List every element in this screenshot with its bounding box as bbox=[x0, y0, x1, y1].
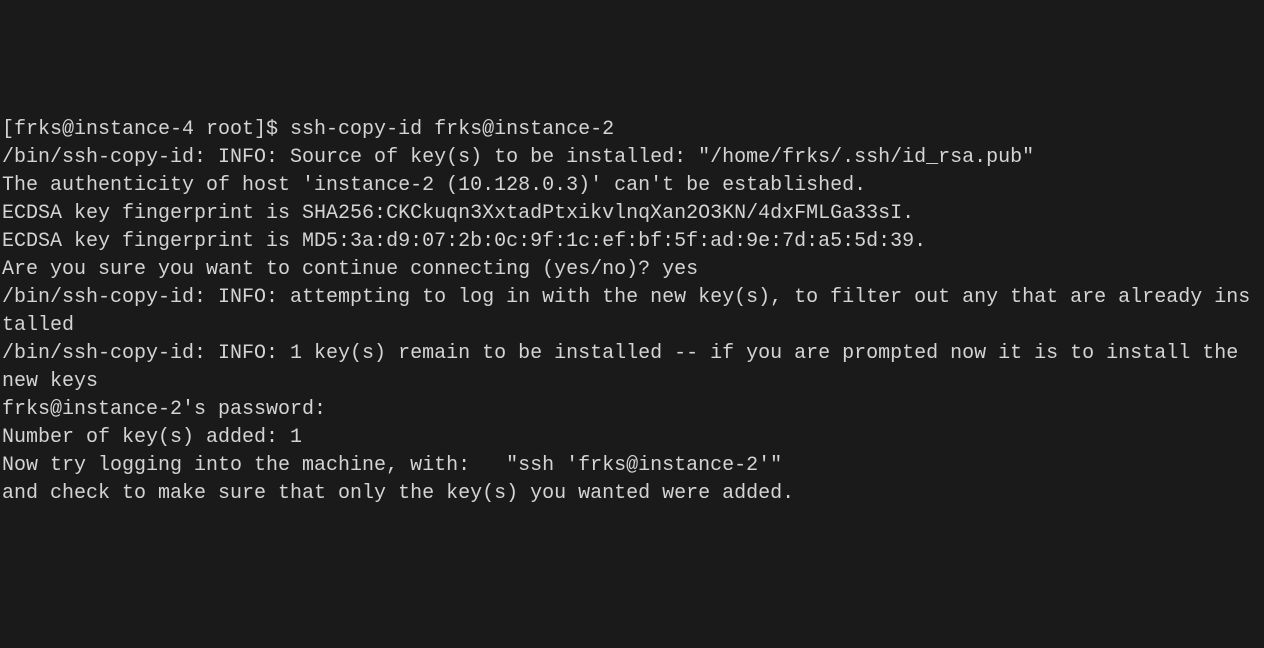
terminal-output-line: Number of key(s) added: 1 bbox=[2, 424, 1262, 452]
terminal-output-line: frks@instance-2's password: bbox=[2, 396, 1262, 424]
terminal-output-line: ECDSA key fingerprint is MD5:3a:d9:07:2b… bbox=[2, 228, 1262, 256]
terminal-output-line: Are you sure you want to continue connec… bbox=[2, 256, 1262, 284]
terminal-output-line: /bin/ssh-copy-id: INFO: Source of key(s)… bbox=[2, 144, 1262, 172]
terminal-output-line: Now try logging into the machine, with: … bbox=[2, 452, 1262, 480]
shell-prompt: [frks@instance-4 root]$ bbox=[2, 118, 290, 141]
terminal-output-line: /bin/ssh-copy-id: INFO: attempting to lo… bbox=[2, 284, 1262, 340]
terminal-output-line: and check to make sure that only the key… bbox=[2, 480, 1262, 508]
terminal-output-line: The authenticity of host 'instance-2 (10… bbox=[2, 172, 1262, 200]
terminal-prompt-line[interactable]: [frks@instance-4 root]$ ssh-copy-id frks… bbox=[2, 116, 1262, 144]
terminal-output-line: ECDSA key fingerprint is SHA256:CKCkuqn3… bbox=[2, 200, 1262, 228]
terminal-output-line: /bin/ssh-copy-id: INFO: 1 key(s) remain … bbox=[2, 340, 1262, 396]
shell-command: ssh-copy-id frks@instance-2 bbox=[290, 118, 614, 141]
